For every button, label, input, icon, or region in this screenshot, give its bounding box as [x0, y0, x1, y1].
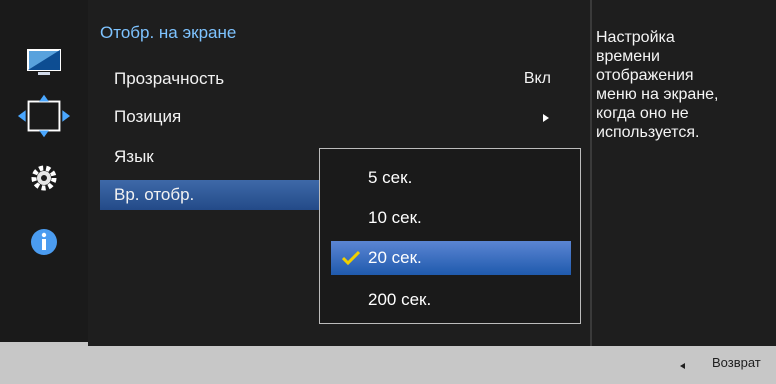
display-time-submenu: 5 сек. 10 сек. 20 сек. 200 сек. — [319, 148, 581, 324]
menu-item-position[interactable]: Позиция — [100, 102, 567, 132]
help-panel: Настройка времени отображения меню на эк… — [592, 0, 776, 346]
menu-item-transparency[interactable]: Прозрачность Вкл — [100, 64, 567, 94]
option-200-seconds[interactable]: 200 сек. — [331, 283, 571, 317]
option-label: 20 сек. — [368, 248, 422, 267]
menu-item-label: Позиция — [114, 107, 182, 126]
back-arrow-icon[interactable] — [680, 363, 685, 369]
help-text: Настройка времени отображения меню на эк… — [596, 29, 719, 141]
checkmark-icon — [342, 250, 360, 266]
position-arrows-icon[interactable] — [16, 94, 72, 138]
osd-screen: Отобр. на экране Прозрачность Вкл Позици… — [0, 0, 776, 384]
settings-gear-icon[interactable] — [16, 158, 72, 198]
menu-item-value: Вкл — [523, 70, 551, 87]
option-5-seconds[interactable]: 5 сек. — [331, 161, 571, 195]
option-label: 200 сек. — [368, 290, 432, 309]
back-button-label[interactable]: Возврат — [712, 355, 761, 370]
menu-title: Отобр. на экране — [100, 23, 237, 42]
left-navigation-rail — [0, 0, 88, 342]
monitor-icon[interactable] — [16, 43, 72, 83]
menu-item-label: Язык — [114, 147, 154, 166]
bottom-bar: Возврат — [0, 346, 776, 384]
menu-item-label: Прозрачность — [114, 69, 225, 88]
option-label: 5 сек. — [368, 168, 413, 187]
info-icon[interactable] — [16, 222, 72, 262]
menu-item-label: Вр. отобр. — [114, 185, 195, 204]
right-arrow-icon — [543, 114, 549, 122]
option-label: 10 сек. — [368, 208, 422, 227]
option-10-seconds[interactable]: 10 сек. — [331, 201, 571, 235]
option-20-seconds[interactable]: 20 сек. — [331, 241, 571, 275]
